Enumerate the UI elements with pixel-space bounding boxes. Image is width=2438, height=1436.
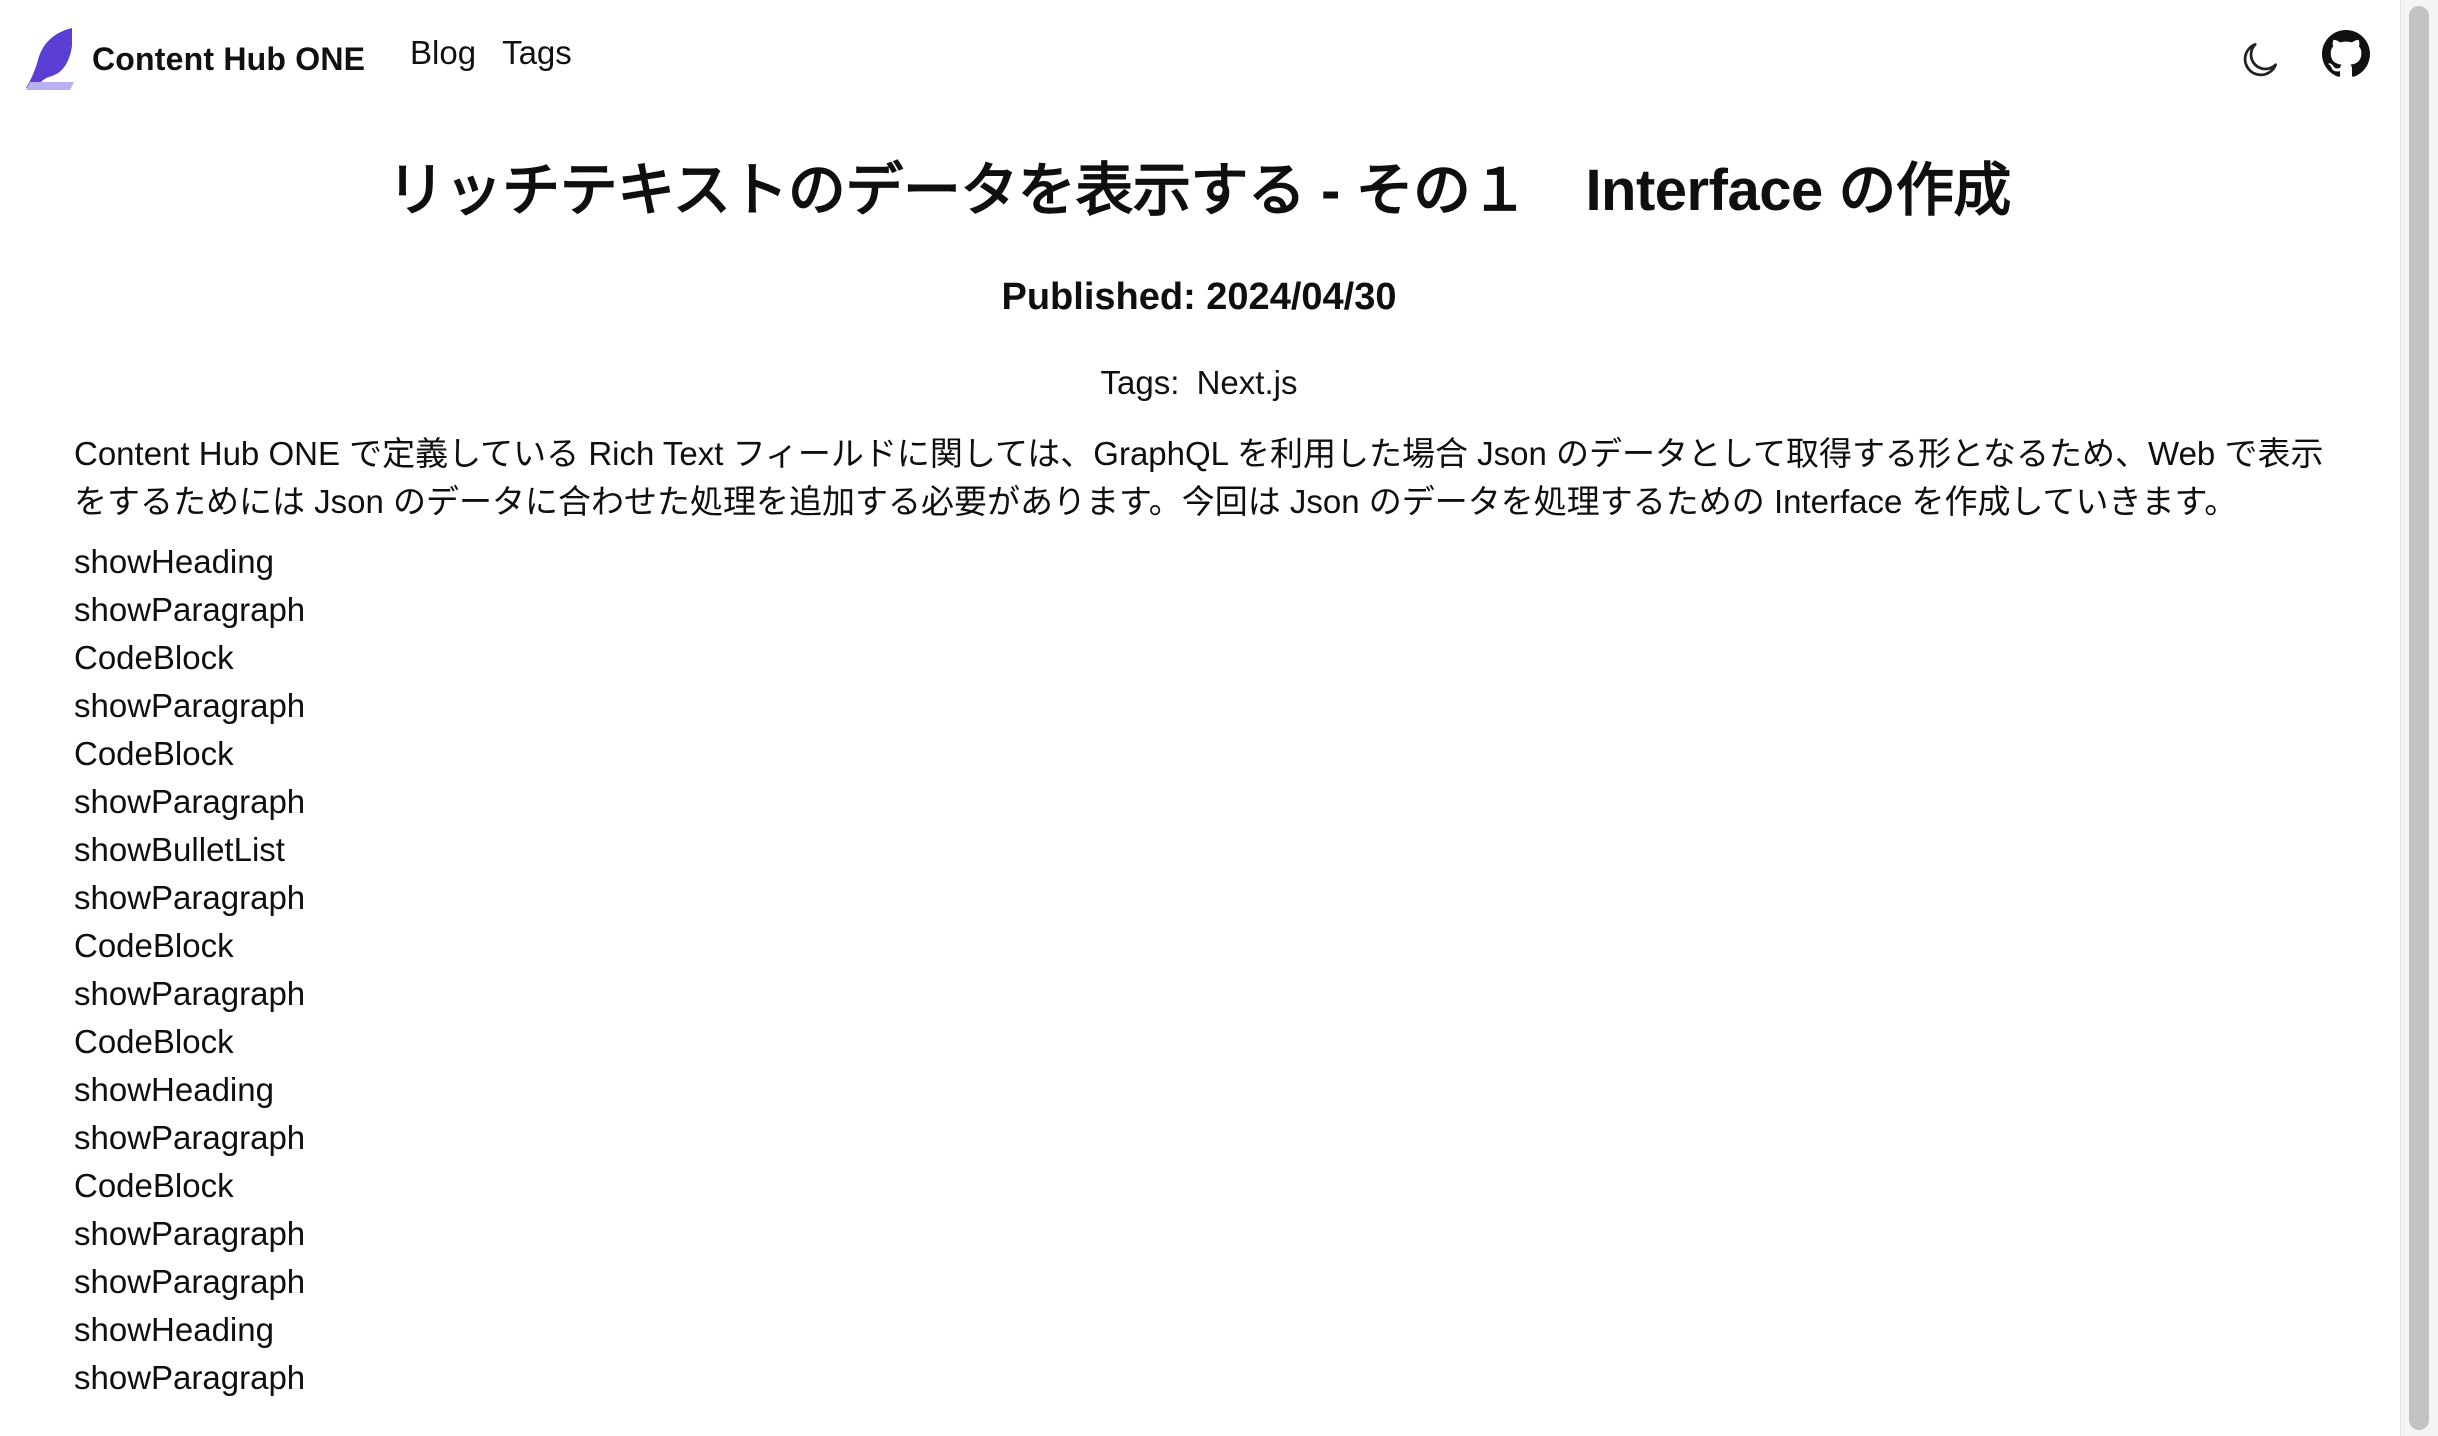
tag-link-nextjs[interactable]: Next.js	[1197, 364, 1298, 401]
article: リッチテキストのデータを表示する - その１ Interface の作成 Pub…	[74, 140, 2324, 1402]
content-block-item: showHeading	[74, 543, 274, 580]
nav-tags-link[interactable]: Tags	[502, 34, 572, 72]
github-link[interactable]	[2320, 28, 2372, 80]
content-block-item: CodeBlock	[74, 927, 234, 964]
main-nav: Blog Tags	[410, 34, 572, 72]
content-block-item: showBulletList	[74, 831, 285, 868]
site-header: Content Hub ONE Blog Tags	[0, 0, 2400, 118]
tags-line: Tags: Next.js	[74, 360, 2324, 406]
content-block-item: showParagraph	[74, 879, 306, 916]
content-block-item: CodeBlock	[74, 639, 234, 676]
page-scrollbar[interactable]	[2400, 0, 2438, 1436]
github-icon	[2322, 30, 2370, 77]
theme-toggle-button[interactable]	[2234, 34, 2286, 86]
content-block-item: CodeBlock	[74, 1023, 234, 1060]
tags-label: Tags:	[1100, 364, 1180, 401]
content-block-list: showHeading showParagraph CodeBlock show…	[74, 538, 2324, 1402]
content-block-item: showParagraph	[74, 1359, 306, 1396]
nav-blog-link[interactable]: Blog	[410, 34, 476, 72]
home-logo-link[interactable]: Content Hub ONE	[24, 24, 365, 94]
article-title: リッチテキストのデータを表示する - その１ Interface の作成	[387, 158, 2011, 223]
content-block-item: CodeBlock	[74, 735, 234, 772]
content-block-item: showHeading	[74, 1311, 274, 1348]
published-date: Published: 2024/04/30	[1001, 276, 1397, 318]
intro-paragraph: Content Hub ONE で定義している Rich Text フィールドに…	[74, 435, 2324, 520]
page: Content Hub ONE Blog Tags リッチテキストのデータを表示…	[0, 0, 2438, 1436]
content-block-item: showParagraph	[74, 975, 306, 1012]
content-block-item: showParagraph	[74, 1119, 306, 1156]
content-block-item: showHeading	[74, 1071, 274, 1108]
content-block-item: showParagraph	[74, 591, 306, 628]
moon-icon	[2243, 43, 2277, 77]
content-block-item: showParagraph	[74, 783, 306, 820]
content-block-item: showParagraph	[74, 1215, 306, 1252]
content-block-item: showParagraph	[74, 1263, 306, 1300]
brand-name: Content Hub ONE	[92, 40, 366, 77]
content-block-item: CodeBlock	[74, 1167, 234, 1204]
feather-logo-icon	[26, 28, 74, 90]
scrollbar-thumb[interactable]	[2409, 6, 2429, 1430]
content-block-item: showParagraph	[74, 687, 306, 724]
